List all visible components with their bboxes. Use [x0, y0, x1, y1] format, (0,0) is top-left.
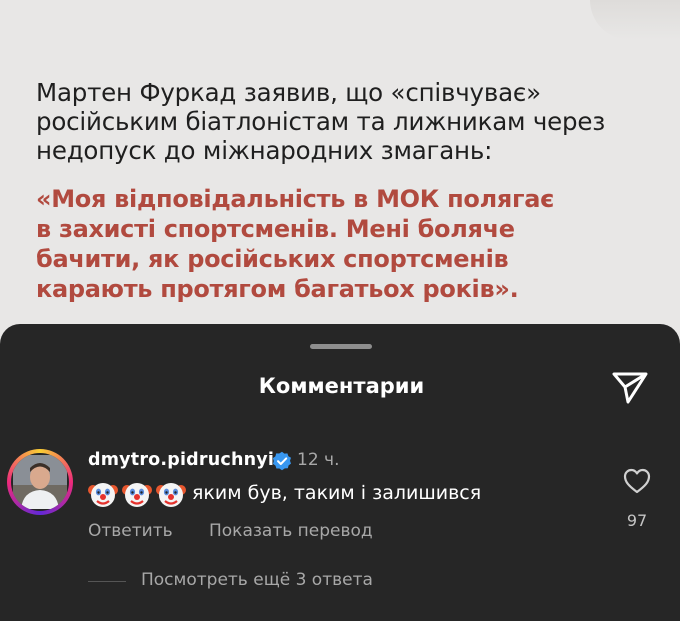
comment-time: 12 ч. [297, 450, 340, 470]
post-statement: Мартен Фуркад заявив, що «співчуває» рос… [36, 78, 606, 165]
show-translation-button[interactable]: Показать перевод [209, 521, 373, 541]
post-decoration [590, 0, 680, 40]
heart-icon[interactable] [623, 468, 651, 494]
replies-divider [88, 581, 126, 582]
clown-emoji-group [88, 479, 190, 509]
verified-badge-icon [272, 451, 291, 471]
post-image: Мартен Фуркад заявив, що «співчуває» рос… [0, 0, 680, 330]
avatar[interactable] [7, 449, 73, 515]
clown-face-icon [156, 483, 186, 507]
drag-handle[interactable] [310, 344, 372, 349]
view-replies-button[interactable]: Посмотреть ещё 3 ответа [141, 570, 373, 590]
like-count: 97 [626, 511, 648, 530]
comment-text: яким був, таким і залишився [192, 482, 482, 504]
clown-face-icon [88, 483, 118, 507]
reply-button[interactable]: Ответить [88, 521, 173, 541]
paper-plane-icon[interactable] [611, 371, 649, 405]
comment-username[interactable]: dmytro.pidruchnyi [88, 450, 274, 470]
comments-sheet: Комментарии dmytro.pidruchnyi 12 ч. яким… [0, 324, 680, 621]
clown-face-icon [122, 483, 152, 507]
sheet-title: Комментарии [258, 374, 425, 398]
post-quote: «Моя відповідальність в МОК полягає в за… [36, 185, 555, 303]
avatar-photo [11, 453, 69, 511]
